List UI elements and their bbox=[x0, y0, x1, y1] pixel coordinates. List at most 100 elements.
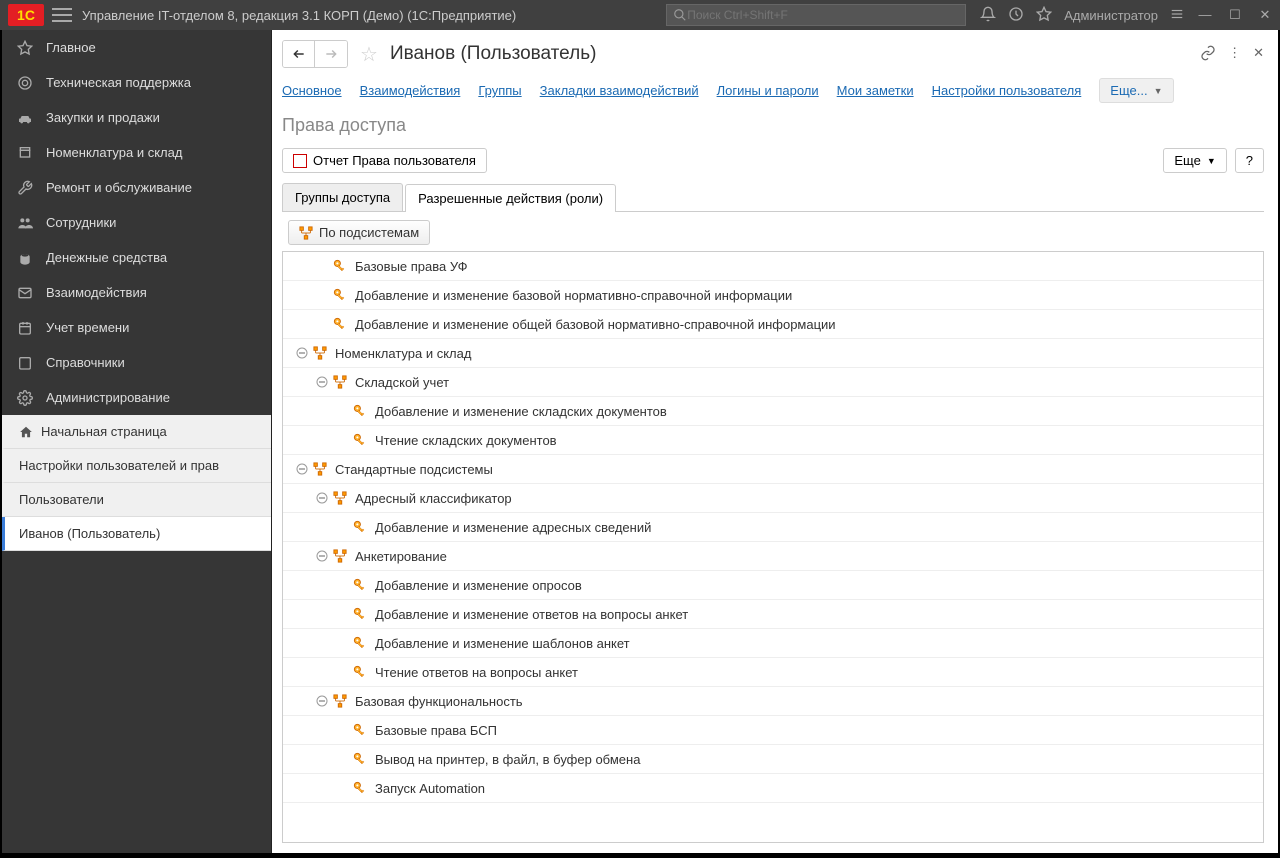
tree-label: Базовые права БСП bbox=[375, 723, 497, 738]
tree-role[interactable]: Базовые права БСП bbox=[283, 716, 1263, 745]
tree-role[interactable]: Добавление и изменение опросов bbox=[283, 571, 1263, 600]
key-icon bbox=[333, 259, 347, 273]
sidebar-item[interactable]: Взаимодействия bbox=[2, 275, 271, 310]
star-icon[interactable] bbox=[1036, 6, 1052, 25]
tree-folder[interactable]: Номенклатура и склад bbox=[283, 339, 1263, 368]
nav-link[interactable]: Настройки пользователя bbox=[932, 83, 1082, 98]
tree-role[interactable]: Чтение ответов на вопросы анкет bbox=[283, 658, 1263, 687]
bell-icon[interactable] bbox=[980, 6, 996, 25]
tree-folder[interactable]: Адресный классификатор bbox=[283, 484, 1263, 513]
expander-icon[interactable] bbox=[315, 694, 329, 708]
sidebar-item-label: Взаимодействия bbox=[46, 285, 147, 300]
tree-label: Вывод на принтер, в файл, в буфер обмена bbox=[375, 752, 640, 767]
hamburger-icon[interactable] bbox=[52, 8, 72, 22]
tree-role[interactable]: Добавление и изменение общей базовой нор… bbox=[283, 310, 1263, 339]
close-panel-icon[interactable]: ✕ bbox=[1253, 45, 1264, 64]
nav-link[interactable]: Взаимодействия bbox=[360, 83, 461, 98]
tree-role[interactable]: Вывод на принтер, в файл, в буфер обмена bbox=[283, 745, 1263, 774]
tree-role[interactable]: Чтение складских документов bbox=[283, 426, 1263, 455]
tree-role[interactable]: Добавление и изменение ответов на вопрос… bbox=[283, 600, 1263, 629]
sidebar-item[interactable]: Справочники bbox=[2, 345, 271, 380]
history-icon[interactable] bbox=[1008, 6, 1024, 25]
folder-icon bbox=[333, 549, 347, 563]
sidebar-item[interactable]: Ремонт и обслуживание bbox=[2, 170, 271, 205]
search-box[interactable] bbox=[666, 4, 966, 26]
user-label[interactable]: Администратор bbox=[1064, 8, 1158, 23]
tab[interactable]: Разрешенные действия (роли) bbox=[405, 184, 616, 212]
main-content: ☆ Иванов (Пользователь) ⋮ ✕ ОсновноеВзаи… bbox=[272, 30, 1278, 853]
permissions-tree[interactable]: Базовые права УФДобавление и изменение б… bbox=[282, 251, 1264, 843]
tree-label: Добавление и изменение шаблонов анкет bbox=[375, 636, 630, 651]
sidebar-icon bbox=[16, 144, 34, 162]
tree-label: Добавление и изменение опросов bbox=[375, 578, 582, 593]
sidebar-sub-item[interactable]: Пользователи bbox=[2, 483, 271, 517]
sidebar-item[interactable]: Номенклатура и склад bbox=[2, 135, 271, 170]
link-icon[interactable] bbox=[1200, 45, 1216, 64]
key-icon bbox=[353, 665, 367, 679]
expander-icon[interactable] bbox=[295, 346, 309, 360]
folder-icon bbox=[333, 375, 347, 389]
sidebar-icon bbox=[16, 39, 34, 57]
expander-icon[interactable] bbox=[315, 375, 329, 389]
key-icon bbox=[353, 752, 367, 766]
nav-link[interactable]: Закладки взаимодействий bbox=[540, 83, 699, 98]
tree-role[interactable]: Добавление и изменение адресных сведений bbox=[283, 513, 1263, 542]
folder-icon bbox=[313, 462, 327, 476]
sidebar-item-label: Закупки и продажи bbox=[46, 110, 160, 125]
nav-link[interactable]: Группы bbox=[478, 83, 521, 98]
nav-buttons bbox=[282, 40, 348, 68]
sidebar-sub-item[interactable]: Иванов (Пользователь) bbox=[2, 517, 271, 551]
sidebar-item-label: Ремонт и обслуживание bbox=[46, 180, 192, 195]
folder-icon bbox=[333, 694, 347, 708]
expander-icon[interactable] bbox=[315, 549, 329, 563]
sidebar-item[interactable]: Сотрудники bbox=[2, 205, 271, 240]
nav-link[interactable]: Логины и пароли bbox=[717, 83, 819, 98]
tree-role[interactable]: Добавление и изменение шаблонов анкет bbox=[283, 629, 1263, 658]
nav-link[interactable]: Основное bbox=[282, 83, 342, 98]
expander-icon[interactable] bbox=[315, 491, 329, 505]
key-icon bbox=[353, 578, 367, 592]
search-input[interactable] bbox=[687, 8, 959, 22]
tree-role[interactable]: Запуск Automation bbox=[283, 774, 1263, 803]
sidebar-item[interactable]: Техническая поддержка bbox=[2, 65, 271, 100]
sidebar-item[interactable]: Администрирование bbox=[2, 380, 271, 415]
sidebar-icon bbox=[16, 74, 34, 92]
more-links-dropdown[interactable]: Еще...▼ bbox=[1099, 78, 1173, 103]
tree-icon bbox=[299, 226, 313, 240]
tree-role[interactable]: Добавление и изменение базовой нормативн… bbox=[283, 281, 1263, 310]
tree-label: Складской учет bbox=[355, 375, 449, 390]
favorite-star-icon[interactable]: ☆ bbox=[360, 42, 378, 67]
kebab-menu-icon[interactable]: ⋮ bbox=[1228, 45, 1241, 64]
back-button[interactable] bbox=[283, 41, 315, 67]
expander-icon[interactable] bbox=[295, 462, 309, 476]
nav-link[interactable]: Мои заметки bbox=[837, 83, 914, 98]
tree-role[interactable]: Базовые права УФ bbox=[283, 252, 1263, 281]
tree-folder[interactable]: Складской учет bbox=[283, 368, 1263, 397]
sidebar-sub-item[interactable]: Начальная страница bbox=[2, 415, 271, 449]
sidebar-sub-label: Настройки пользователей и прав bbox=[19, 458, 219, 473]
search-icon bbox=[673, 8, 687, 22]
sidebar-item-label: Техническая поддержка bbox=[46, 75, 191, 90]
sidebar-item[interactable]: Учет времени bbox=[2, 310, 271, 345]
tree-folder[interactable]: Базовая функциональность bbox=[283, 687, 1263, 716]
report-button[interactable]: Отчет Права пользователя bbox=[282, 148, 487, 173]
tree-role[interactable]: Добавление и изменение складских докумен… bbox=[283, 397, 1263, 426]
forward-button[interactable] bbox=[315, 41, 347, 67]
by-subsystems-button[interactable]: По подсистемам bbox=[288, 220, 430, 245]
sidebar-item[interactable]: Главное bbox=[2, 30, 271, 65]
help-button[interactable]: ? bbox=[1235, 148, 1264, 173]
close-button[interactable]: ✕ bbox=[1258, 7, 1272, 23]
settings-icon[interactable] bbox=[1170, 7, 1184, 24]
maximize-button[interactable]: ☐ bbox=[1228, 7, 1242, 23]
sidebar-item[interactable]: Денежные средства bbox=[2, 240, 271, 275]
logo-1c: 1C bbox=[8, 4, 44, 26]
sidebar-item[interactable]: Закупки и продажи bbox=[2, 100, 271, 135]
sidebar-item-label: Администрирование bbox=[46, 390, 170, 405]
tab[interactable]: Группы доступа bbox=[282, 183, 403, 211]
sidebar-sub-item[interactable]: Настройки пользователей и прав bbox=[2, 449, 271, 483]
more-button[interactable]: Еще ▼ bbox=[1163, 148, 1226, 173]
tree-folder[interactable]: Стандартные подсистемы bbox=[283, 455, 1263, 484]
sidebar-sub-label: Пользователи bbox=[19, 492, 104, 507]
tree-folder[interactable]: Анкетирование bbox=[283, 542, 1263, 571]
minimize-button[interactable]: — bbox=[1198, 7, 1212, 23]
